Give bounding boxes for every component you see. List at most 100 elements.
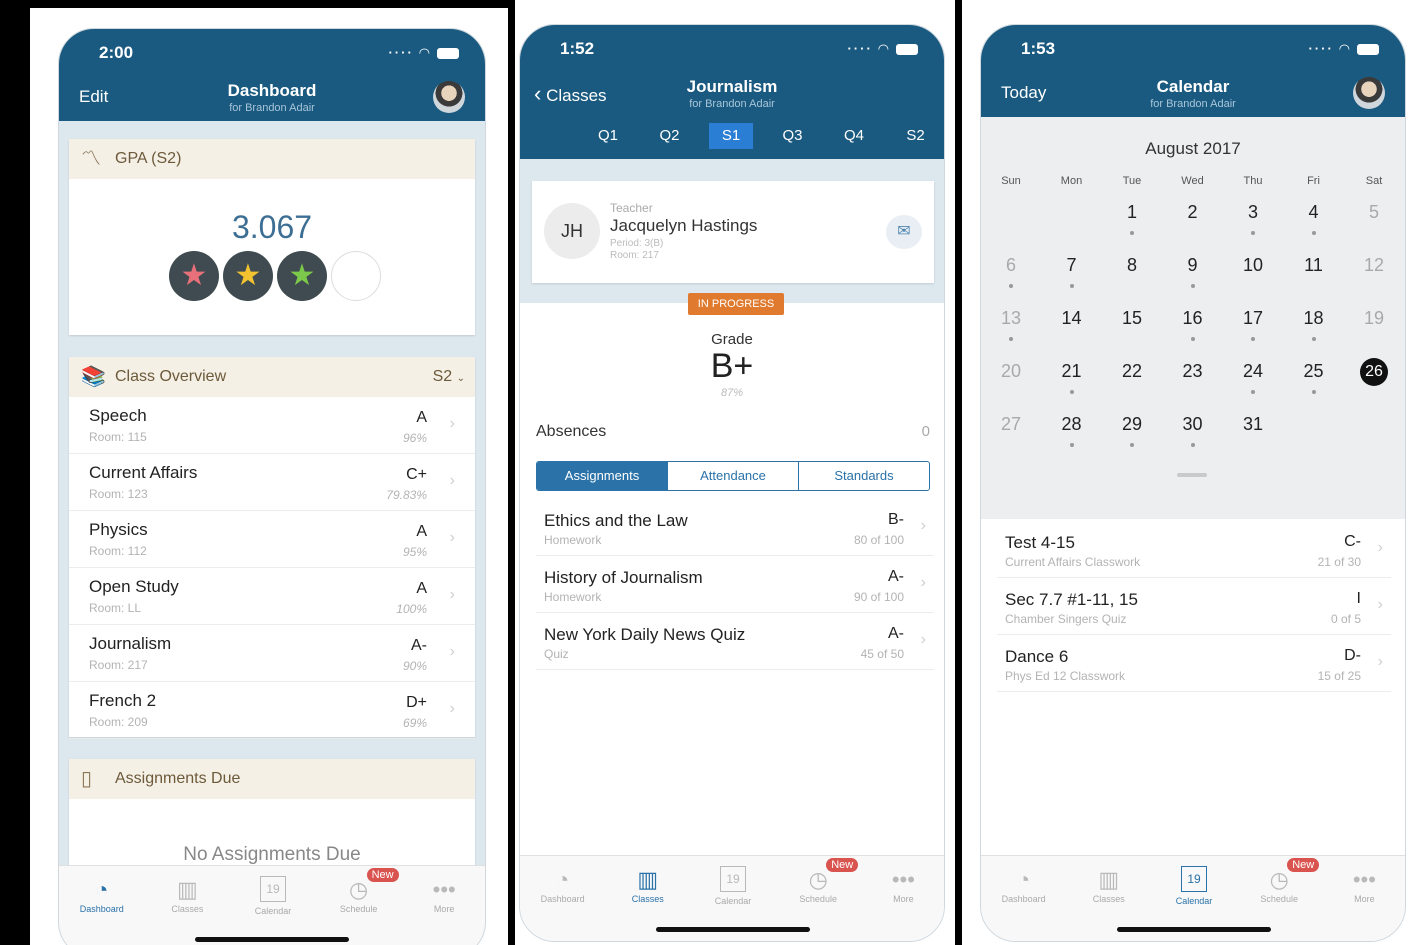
avatar[interactable] <box>433 81 465 113</box>
calendar-day[interactable]: 29 <box>1112 411 1152 437</box>
tab-label: Schedule <box>339 904 378 914</box>
tab-classes[interactable]: ▥ Classes <box>147 876 227 914</box>
more-icon: ••• <box>891 867 915 892</box>
event-dot <box>1251 231 1255 235</box>
assignment-name: New York Daily News Quiz <box>544 625 746 644</box>
calendar-day[interactable]: 4 <box>1294 199 1334 225</box>
calendar-day[interactable]: 28 <box>1052 411 1092 437</box>
tab-label: Calendar <box>714 896 752 906</box>
event-dot <box>1311 390 1316 394</box>
tab-label: Classes <box>631 894 664 904</box>
tab-dashboard[interactable]: ◔ Dashboard <box>62 876 142 914</box>
class-row[interactable]: French 2 Room: 209 D+ 69% › <box>69 682 475 739</box>
class-row[interactable]: Physics Room: 112 A 95% › <box>69 511 475 568</box>
calendar-day[interactable]: 25 <box>1294 358 1334 384</box>
calendar-day[interactable]: 22 <box>1112 358 1152 384</box>
calendar-day[interactable]: 6 <box>991 252 1031 278</box>
event-dot <box>1190 284 1195 288</box>
class-overview-card: 📚 Class Overview S2 ⌄ Speech Room: 115 A 96… <box>69 357 475 739</box>
tab-more[interactable]: ••• More <box>404 876 484 914</box>
assignment-grade: A- <box>888 625 904 642</box>
class-row[interactable]: Journalism Room: 217 A- 90% › <box>69 625 475 682</box>
segment-attendance[interactable]: Attendance <box>668 462 799 490</box>
star-icon: ★ <box>277 251 327 301</box>
event-row[interactable]: Dance 6 Phys Ed 12 Classwork D- 15 of 25 › <box>997 635 1391 692</box>
tab-q2[interactable]: Q2 <box>648 123 692 149</box>
tab-more[interactable]: ••• More <box>863 866 943 904</box>
calendar-day[interactable]: 31 <box>1233 411 1273 437</box>
class-room: Room: 209 <box>89 715 148 729</box>
teacher-label: Teacher <box>610 201 653 215</box>
drag-handle[interactable] <box>1177 473 1207 477</box>
event-grade: D- <box>1344 647 1361 664</box>
document-icon: ▯ <box>81 768 93 790</box>
assignment-row[interactable]: Ethics and the Law Homework B- 80 of 100 › <box>536 499 934 556</box>
calendar-day[interactable]: 10 <box>1233 252 1273 278</box>
gpa-card-header: 〽 GPA (S2) <box>69 139 475 179</box>
tab-classes[interactable]: ▥ Classes <box>608 866 688 904</box>
gpa-card[interactable]: 〽 GPA (S2) 3.067 ★ ★ ★ <box>69 139 475 335</box>
chevron-right-icon: › <box>1377 539 1383 556</box>
assignment-list: Ethics and the Law Homework B- 80 of 100 › Hi… <box>536 499 934 670</box>
calendar-day[interactable]: 13 <box>991 305 1031 331</box>
calendar-day[interactable]: 21 <box>1052 358 1092 384</box>
calendar-day[interactable]: 19 <box>1354 305 1394 331</box>
calendar-day[interactable]: 24 <box>1233 358 1273 384</box>
calendar-day[interactable]: 8 <box>1112 252 1152 278</box>
assignment-row[interactable]: History of Journalism Homework A- 90 of 100… <box>536 556 934 613</box>
segment-standards[interactable]: Standards <box>799 462 929 490</box>
calendar-day[interactable]: 15 <box>1112 305 1152 331</box>
calendar-day[interactable]: 17 <box>1233 305 1273 331</box>
event-row[interactable]: Test 4-15 Current Affairs Classwork C- 21 o… <box>997 521 1391 578</box>
calendar-day[interactable]: 12 <box>1354 252 1394 278</box>
term-selector[interactable]: S2 ⌄ <box>433 357 465 399</box>
calendar-day[interactable]: 16 <box>1173 305 1213 331</box>
calendar-day[interactable]: 3 <box>1233 199 1273 225</box>
calendar-day[interactable]: 9 <box>1173 252 1213 278</box>
calendar-day[interactable]: 30 <box>1173 411 1213 437</box>
tab-calendar[interactable]: 19 Calendar <box>693 866 773 906</box>
calendar-day[interactable]: 1 <box>1112 199 1152 225</box>
tab-q4[interactable]: Q4 <box>832 123 876 149</box>
tab-q3[interactable]: Q3 <box>771 123 815 149</box>
tab-calendar[interactable]: 19 Calendar <box>233 876 313 916</box>
class-grade: C+ <box>406 466 427 483</box>
calendar-day[interactable]: 27 <box>991 411 1031 437</box>
nav-bar: 1:52 ···· ◠ ‹ Classes Journalism for Bra… <box>520 25 944 159</box>
tab-dashboard[interactable]: ◔ Dashboard <box>984 866 1064 904</box>
calendar-day[interactable]: 20 <box>991 358 1031 384</box>
tab-s2[interactable]: S2 <box>894 123 938 149</box>
calendar-day[interactable]: 14 <box>1052 305 1092 331</box>
calendar-day[interactable]: 7 <box>1052 252 1092 278</box>
teacher-card[interactable]: JH Teacher Jacquelyn Hastings Period: 3(… <box>532 181 934 283</box>
class-grade: A <box>416 409 427 426</box>
class-row[interactable]: Current Affairs Room: 123 C+ 79.83% › <box>69 454 475 511</box>
calendar-day[interactable]: 18 <box>1294 305 1334 331</box>
segment-assignments[interactable]: Assignments <box>537 462 668 490</box>
calendar-day[interactable]: 5 <box>1354 199 1394 225</box>
calendar-day-today[interactable]: 26 <box>1360 358 1388 386</box>
tab-q1[interactable]: Q1 <box>586 123 630 149</box>
calendar-day[interactable]: 11 <box>1294 252 1334 278</box>
assignment-row[interactable]: New York Daily News Quiz Quiz A- 45 of 50 › <box>536 613 934 670</box>
gauge-icon: ◔ <box>555 867 570 892</box>
calendar-day[interactable]: 23 <box>1173 358 1213 384</box>
calendar-icon: 19 <box>1181 866 1207 892</box>
event-dot <box>1069 443 1074 447</box>
calendar-icon: 19 <box>260 876 286 902</box>
email-teacher-button[interactable]: ✉ <box>886 215 922 249</box>
calendar-day[interactable]: 2 <box>1173 199 1213 225</box>
tab-more[interactable]: ••• More <box>1324 866 1404 904</box>
chevron-right-icon: › <box>920 517 926 534</box>
tab-calendar[interactable]: 19 Calendar <box>1154 866 1234 906</box>
class-row[interactable]: Speech Room: 115 A 96% › <box>69 397 475 454</box>
event-dot <box>1190 337 1195 341</box>
event-row[interactable]: Sec 7.7 #1-11, 15 Chamber Singers Quiz I 0 … <box>997 578 1391 635</box>
avatar[interactable] <box>1353 77 1385 109</box>
class-row[interactable]: Open Study Room: LL A 100% › <box>69 568 475 625</box>
tab-dashboard[interactable]: ◔ Dashboard <box>523 866 603 904</box>
class-name: Speech <box>89 406 147 425</box>
tab-s1[interactable]: S1 <box>709 123 753 149</box>
term-label: S2 <box>432 368 453 385</box>
tab-classes[interactable]: ▥ Classes <box>1069 866 1149 904</box>
